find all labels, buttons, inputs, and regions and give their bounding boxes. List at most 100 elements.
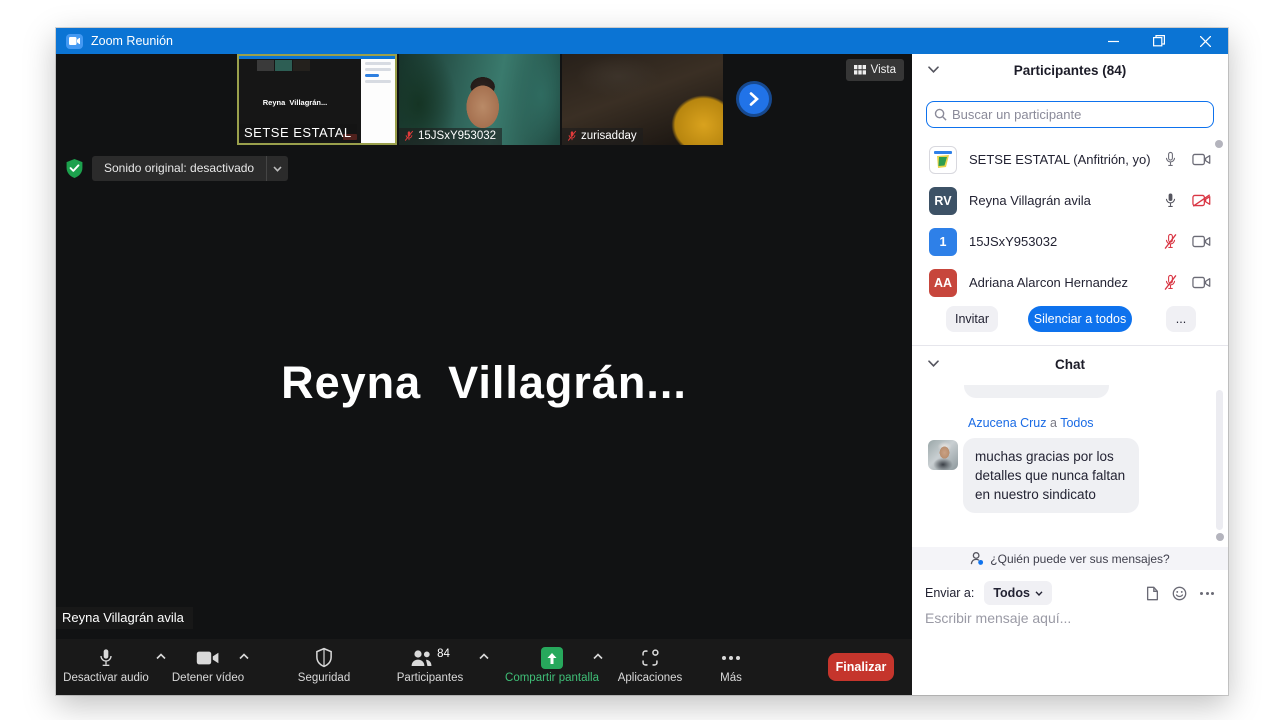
participant-row[interactable]: 1 15JSxY953032 — [912, 221, 1228, 262]
active-speaker-name-tag: Reyna Villagrán avila — [56, 607, 193, 629]
end-meeting-button[interactable]: Finalizar — [828, 653, 894, 681]
participant-name: Adriana Alarcon Hernandez — [969, 275, 1128, 290]
participants-more-button[interactable]: ... — [1166, 306, 1196, 332]
avatar: AA — [929, 268, 957, 297]
mute-all-button[interactable]: Silenciar a todos — [1028, 306, 1132, 332]
screen-share-preview: Reyna Villagrán... SETSE ESTATAL — [239, 56, 395, 143]
side-panel: Participantes (84) SETSE ESTATAL (Anfitr… — [912, 54, 1228, 695]
original-sound-button[interactable]: Sonido original: desactivado — [92, 156, 289, 181]
participants-options-chevron[interactable] — [479, 653, 489, 660]
person-privacy-icon — [971, 552, 984, 565]
thumbnail-name-label: SETSE ESTATAL — [239, 124, 357, 141]
mic-icon — [100, 649, 112, 666]
apps-icon — [642, 649, 659, 666]
share-screen-icon — [541, 647, 563, 669]
participants-title: Participantes (84) — [1013, 63, 1127, 78]
camera-on-icon — [1192, 153, 1211, 166]
chat-recipient[interactable]: Todos — [1060, 416, 1093, 430]
invite-button[interactable]: Invitar — [946, 306, 998, 332]
message-privacy-link[interactable]: ¿Quién puede ver sus mensajes? — [912, 547, 1228, 570]
next-videos-button[interactable] — [736, 81, 772, 117]
share-screen-button[interactable]: Compartir pantalla — [497, 646, 607, 684]
chat-scrollbar-thumb[interactable] — [1216, 533, 1224, 541]
participants-scrollbar-thumb[interactable] — [1215, 140, 1223, 148]
thumbnail-name-label: 15JSxY953032 — [399, 128, 503, 145]
collapse-participants-button[interactable] — [928, 66, 939, 73]
people-icon — [411, 650, 432, 666]
mic-on-icon — [1165, 151, 1176, 166]
video-options-chevron[interactable] — [239, 653, 249, 660]
camera-on-icon — [1192, 235, 1211, 248]
apps-button[interactable]: Aplicaciones — [604, 646, 696, 684]
mic-off-icon — [1164, 233, 1177, 249]
search-input[interactable] — [952, 107, 1206, 122]
camera-off-icon — [1192, 194, 1211, 207]
participant-row[interactable]: SETSE ESTATAL (Anfitrión, yo) — [912, 139, 1228, 180]
participant-row[interactable]: RV Reyna Villagrán avila — [912, 180, 1228, 221]
avatar: 1 — [929, 227, 957, 256]
chat-more-icon[interactable] — [1200, 591, 1214, 595]
collapse-chat-button[interactable] — [928, 360, 939, 367]
preview-speaker-name: Reyna Villagrán... — [262, 98, 328, 107]
minimize-button[interactable] — [1090, 28, 1136, 54]
panel-divider — [912, 345, 1228, 346]
active-speaker-display-name: Reyna Villagrán... — [281, 357, 687, 408]
chat-title: Chat — [1055, 357, 1085, 372]
video-stage: Reyna Villagrán... SETSE ESTATAL 15JSxY9… — [56, 54, 912, 695]
file-attach-icon[interactable] — [1146, 586, 1159, 601]
mic-on-icon — [1165, 193, 1176, 207]
close-button[interactable] — [1182, 28, 1228, 54]
search-icon — [934, 108, 947, 121]
mute-audio-button[interactable]: Desactivar audio — [60, 646, 152, 684]
chat-sender-avatar — [928, 440, 958, 470]
view-button[interactable]: Vista — [845, 59, 904, 81]
meeting-toolbar: Desactivar audio Detener vídeo Seguridad… — [56, 639, 912, 695]
shield-icon — [316, 647, 332, 668]
emoji-icon[interactable] — [1172, 586, 1187, 601]
window-title: Zoom Reunión — [91, 34, 173, 48]
participant-search-box — [926, 101, 1214, 128]
chat-message-header: Azucena Cruz a Todos — [968, 416, 1094, 430]
chat-compose-area — [925, 610, 1212, 628]
more-button[interactable]: Más — [685, 646, 777, 684]
original-sound-dropdown[interactable] — [266, 156, 288, 181]
participants-button[interactable]: 84 Participantes — [384, 646, 476, 684]
chevron-down-icon — [1035, 590, 1043, 596]
send-to-dropdown[interactable]: Todos — [984, 581, 1052, 605]
grid-view-icon — [853, 65, 866, 75]
avatar — [929, 145, 957, 174]
participant-list: SETSE ESTATAL (Anfitrión, yo) RV Reyna V… — [912, 139, 1228, 303]
security-button[interactable]: Seguridad — [278, 646, 370, 684]
share-options-chevron[interactable] — [593, 653, 603, 660]
stop-video-button[interactable]: Detener vídeo — [162, 646, 254, 684]
muted-mic-icon — [404, 130, 414, 141]
original-sound-label: Sonido original: desactivado — [104, 161, 255, 175]
participants-count-badge: 84 — [437, 648, 450, 660]
previous-message-bubble — [964, 385, 1109, 398]
participant-name: Reyna Villagrán avila — [969, 193, 1091, 208]
mic-off-icon — [1164, 274, 1177, 290]
camera-on-icon — [1192, 276, 1211, 289]
chevron-down-icon — [273, 165, 282, 172]
video-thumbnail-setse-estatal[interactable]: Reyna Villagrán... SETSE ESTATAL — [237, 54, 397, 145]
muted-mic-icon — [567, 130, 577, 141]
restore-button[interactable] — [1136, 28, 1182, 54]
participant-row[interactable]: AA Adriana Alarcon Hernandez — [912, 262, 1228, 303]
avatar: RV — [929, 186, 957, 215]
chat-message-bubble: muchas gracias por los detalles que nunc… — [963, 438, 1139, 513]
zoom-app-icon — [66, 33, 83, 49]
chat-scrollbar-track[interactable] — [1216, 390, 1223, 530]
security-shield-icon — [66, 159, 83, 178]
video-filmstrip: Reyna Villagrán... SETSE ESTATAL 15JSxY9… — [56, 54, 912, 145]
titlebar: Zoom Reunión — [56, 28, 1228, 54]
chat-sender[interactable]: Azucena Cruz — [968, 416, 1047, 430]
thumbnail-name-label: zurisadday — [562, 128, 643, 145]
video-thumbnail-zurisadday[interactable]: zurisadday — [562, 54, 723, 145]
send-to-label: Enviar a: — [925, 586, 975, 600]
participant-name: 15JSxY953032 — [969, 234, 1058, 249]
video-thumbnail-15jsxy953032[interactable]: 15JSxY953032 — [399, 54, 560, 145]
ellipsis-icon — [722, 656, 740, 660]
camera-icon — [196, 651, 219, 665]
chat-compose-input[interactable] — [925, 610, 1212, 626]
participant-name: SETSE ESTATAL (Anfitrión, yo) — [969, 152, 1151, 167]
